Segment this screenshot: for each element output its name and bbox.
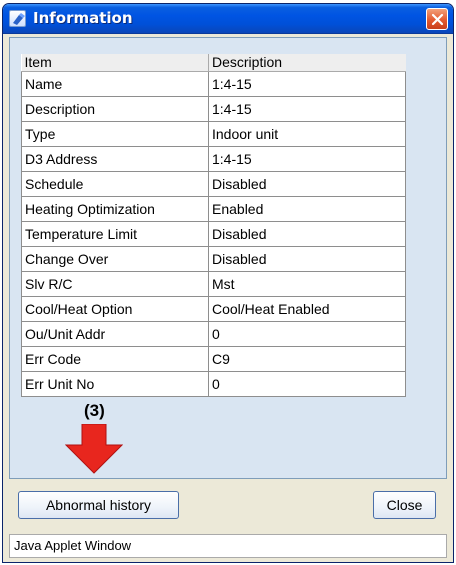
- table-row[interactable]: Description 1:4-15: [21, 95, 406, 122]
- column-header-description[interactable]: Description: [208, 54, 406, 72]
- description-cell: 1:4-15: [208, 145, 406, 172]
- item-cell: Change Over: [21, 245, 209, 272]
- description-cell: Indoor unit: [208, 120, 406, 147]
- item-cell: Temperature Limit: [21, 220, 209, 247]
- item-cell: Err Code: [21, 345, 209, 372]
- item-cell: D3 Address: [21, 145, 209, 172]
- description-cell: C9: [208, 345, 406, 372]
- table-row[interactable]: Err Unit No 0: [21, 370, 406, 397]
- table-row[interactable]: Change Over Disabled: [21, 245, 406, 272]
- window-title: Information: [33, 9, 133, 27]
- item-cell: Err Unit No: [21, 370, 209, 397]
- description-cell: Disabled: [208, 170, 406, 197]
- table-row[interactable]: Err Code C9: [21, 345, 406, 372]
- abnormal-history-button[interactable]: Abnormal history: [18, 491, 179, 519]
- table-row[interactable]: Cool/Heat Option Cool/Heat Enabled: [21, 295, 406, 322]
- description-cell: Disabled: [208, 245, 406, 272]
- description-cell: Cool/Heat Enabled: [208, 295, 406, 322]
- item-cell: Heating Optimization: [21, 195, 209, 222]
- title-bar[interactable]: Information: [3, 4, 453, 34]
- table-row[interactable]: D3 Address 1:4-15: [21, 145, 406, 172]
- table-row[interactable]: Type Indoor unit: [21, 120, 406, 147]
- title-close-button[interactable]: [426, 8, 448, 30]
- description-cell: 0: [208, 370, 406, 397]
- description-cell: Enabled: [208, 195, 406, 222]
- table-row[interactable]: Slv R/C Mst: [21, 270, 406, 297]
- information-dialog: Information Item Description Name 1:4-15 D…: [2, 3, 454, 563]
- description-cell: Mst: [208, 270, 406, 297]
- table-header-row: Item Description: [21, 54, 406, 72]
- item-cell: Name: [21, 70, 209, 97]
- item-cell: Slv R/C: [21, 270, 209, 297]
- table-row[interactable]: Name 1:4-15: [21, 70, 406, 97]
- table-row[interactable]: Schedule Disabled: [21, 170, 406, 197]
- description-cell: Disabled: [208, 220, 406, 247]
- status-bar: Java Applet Window: [9, 534, 447, 558]
- description-cell: 1:4-15: [208, 95, 406, 122]
- item-cell: Schedule: [21, 170, 209, 197]
- item-cell: Type: [21, 120, 209, 147]
- info-table: Item Description Name 1:4-15 Description 1:…: [21, 54, 406, 397]
- column-header-item[interactable]: Item: [21, 54, 209, 72]
- table-row[interactable]: Heating Optimization Enabled: [21, 195, 406, 222]
- item-cell: Description: [21, 95, 209, 122]
- table-row[interactable]: Temperature Limit Disabled: [21, 220, 406, 247]
- annotation-label: (3): [84, 401, 105, 420]
- table-row[interactable]: Ou/Unit Addr 0: [21, 320, 406, 347]
- item-cell: Ou/Unit Addr: [21, 320, 209, 347]
- close-button[interactable]: Close: [373, 491, 436, 519]
- description-cell: 0: [208, 320, 406, 347]
- close-icon: [431, 13, 444, 26]
- item-cell: Cool/Heat Option: [21, 295, 209, 322]
- description-cell: 1:4-15: [208, 70, 406, 97]
- window-app-icon: [9, 10, 26, 27]
- content-panel: Item Description Name 1:4-15 Description 1:…: [9, 37, 447, 479]
- down-arrow-icon: [65, 424, 123, 474]
